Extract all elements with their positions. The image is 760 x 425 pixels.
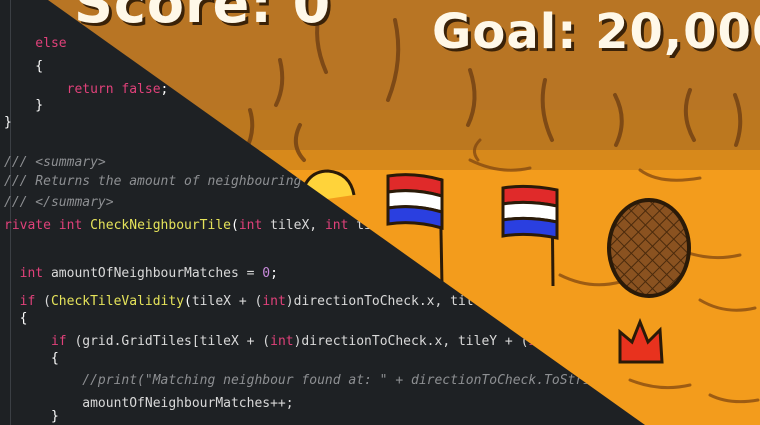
dutch-flag-tile bbox=[501, 184, 559, 287]
code-token: { bbox=[4, 59, 44, 74]
code-line: } bbox=[4, 115, 12, 131]
code-token: CheckNeighbourTile bbox=[90, 218, 231, 233]
code-token: int bbox=[4, 266, 44, 281]
code-token: /// <summary> bbox=[4, 155, 106, 170]
stroopwafel-egg-tile bbox=[607, 198, 691, 298]
score-label: Score: 0 bbox=[74, 0, 332, 35]
code-token: //print("Matching neighbour found at: " … bbox=[4, 373, 638, 388]
code-token: amountOfNeighbourMatches = bbox=[43, 266, 263, 281]
code-token: if bbox=[4, 294, 36, 309]
code-token: 0 bbox=[262, 266, 271, 281]
code-token: ( bbox=[35, 294, 51, 309]
code-line: int amountOfNeighbourMatches = 0; bbox=[4, 266, 278, 282]
code-token: false bbox=[121, 82, 161, 97]
code-token: ( bbox=[66, 334, 83, 349]
code-token: ( bbox=[184, 294, 192, 309]
code-token: grid.GridTiles[tileX + ( bbox=[82, 334, 271, 349]
code-token: rivate bbox=[4, 218, 51, 233]
code-token: CheckTileValidity bbox=[50, 294, 185, 309]
code-line: } bbox=[4, 409, 59, 425]
code-token: } bbox=[4, 98, 44, 113]
code-line: /// </summary> bbox=[4, 195, 114, 211]
code-token: int bbox=[58, 218, 83, 233]
goal-label: Goal: 20,000 bbox=[432, 4, 760, 60]
code-token: tileX, bbox=[262, 218, 325, 233]
code-line: { bbox=[4, 351, 59, 367]
code-line: //print("Matching neighbour found at: " … bbox=[4, 373, 638, 389]
code-token: ; bbox=[270, 266, 278, 281]
code-token: )directionToCheck.x, tileY + ( bbox=[293, 334, 529, 349]
code-token: tileX + ( bbox=[191, 294, 263, 309]
code-token: if bbox=[4, 334, 67, 349]
code-token: } bbox=[4, 409, 59, 424]
code-line: { bbox=[4, 59, 43, 75]
code-line: /// <summary> bbox=[4, 155, 106, 171]
code-line: return false; bbox=[4, 82, 169, 98]
code-token: ( bbox=[231, 218, 239, 233]
tulip-tile bbox=[618, 318, 664, 364]
code-token: int bbox=[270, 334, 294, 349]
code-token: { bbox=[4, 311, 28, 326]
code-token: int bbox=[238, 218, 263, 233]
code-token: /// </summary> bbox=[4, 195, 114, 210]
code-line: else bbox=[4, 36, 67, 52]
code-line: } bbox=[4, 98, 43, 114]
code-token: else bbox=[4, 36, 67, 51]
code-line: { bbox=[4, 311, 28, 327]
code-token: int bbox=[262, 294, 286, 309]
code-token: int bbox=[324, 218, 349, 233]
code-token: return bbox=[4, 82, 114, 97]
code-token: { bbox=[4, 351, 59, 366]
code-token: } bbox=[4, 115, 12, 130]
